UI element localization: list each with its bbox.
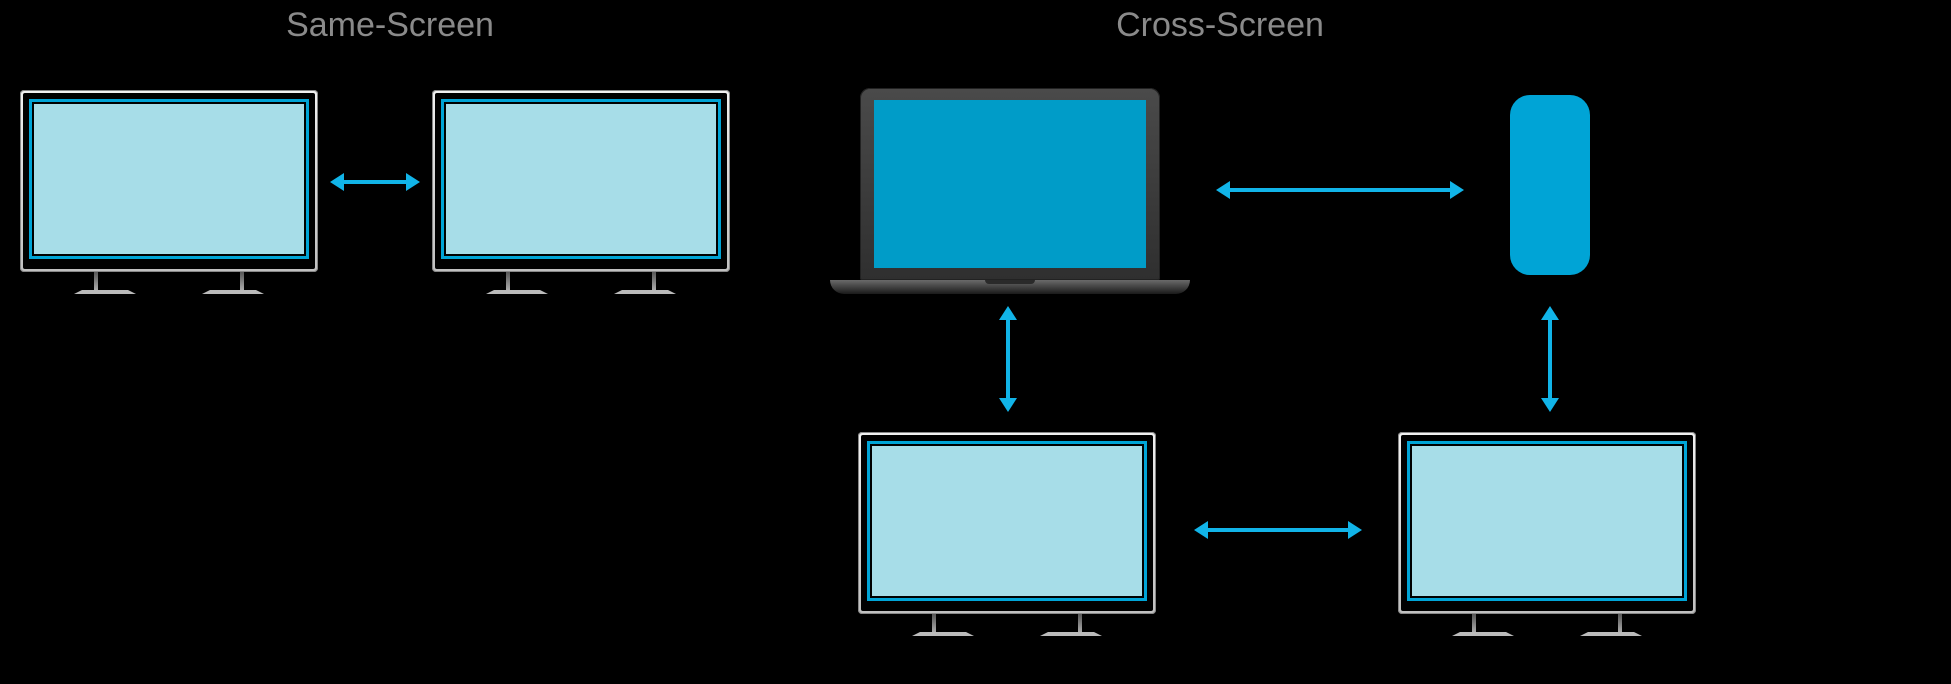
cross-screen-top-arrow-icon	[1230, 188, 1450, 192]
cross-screen-laptop	[860, 88, 1160, 294]
tv-screen-icon	[1412, 446, 1682, 596]
cross-screen-bottom-arrow-icon	[1208, 528, 1348, 532]
tv-screen-icon	[446, 104, 716, 254]
cross-screen-right-vertical-arrow-icon	[1548, 320, 1552, 398]
same-screen-tv-right	[432, 90, 730, 294]
heading-same-screen: Same-Screen	[260, 6, 520, 45]
cross-screen-left-vertical-arrow-icon	[1006, 320, 1010, 398]
same-screen-tv-left	[20, 90, 318, 294]
tv-screen-icon	[872, 446, 1142, 596]
cross-screen-tv-left	[858, 432, 1156, 636]
cross-screen-tv-right	[1398, 432, 1696, 636]
laptop-screen-icon	[874, 100, 1146, 268]
tv-screen-icon	[34, 104, 304, 254]
same-screen-arrow-icon	[344, 180, 406, 184]
heading-cross-screen: Cross-Screen	[1080, 6, 1360, 45]
cross-screen-phone	[1510, 95, 1590, 275]
